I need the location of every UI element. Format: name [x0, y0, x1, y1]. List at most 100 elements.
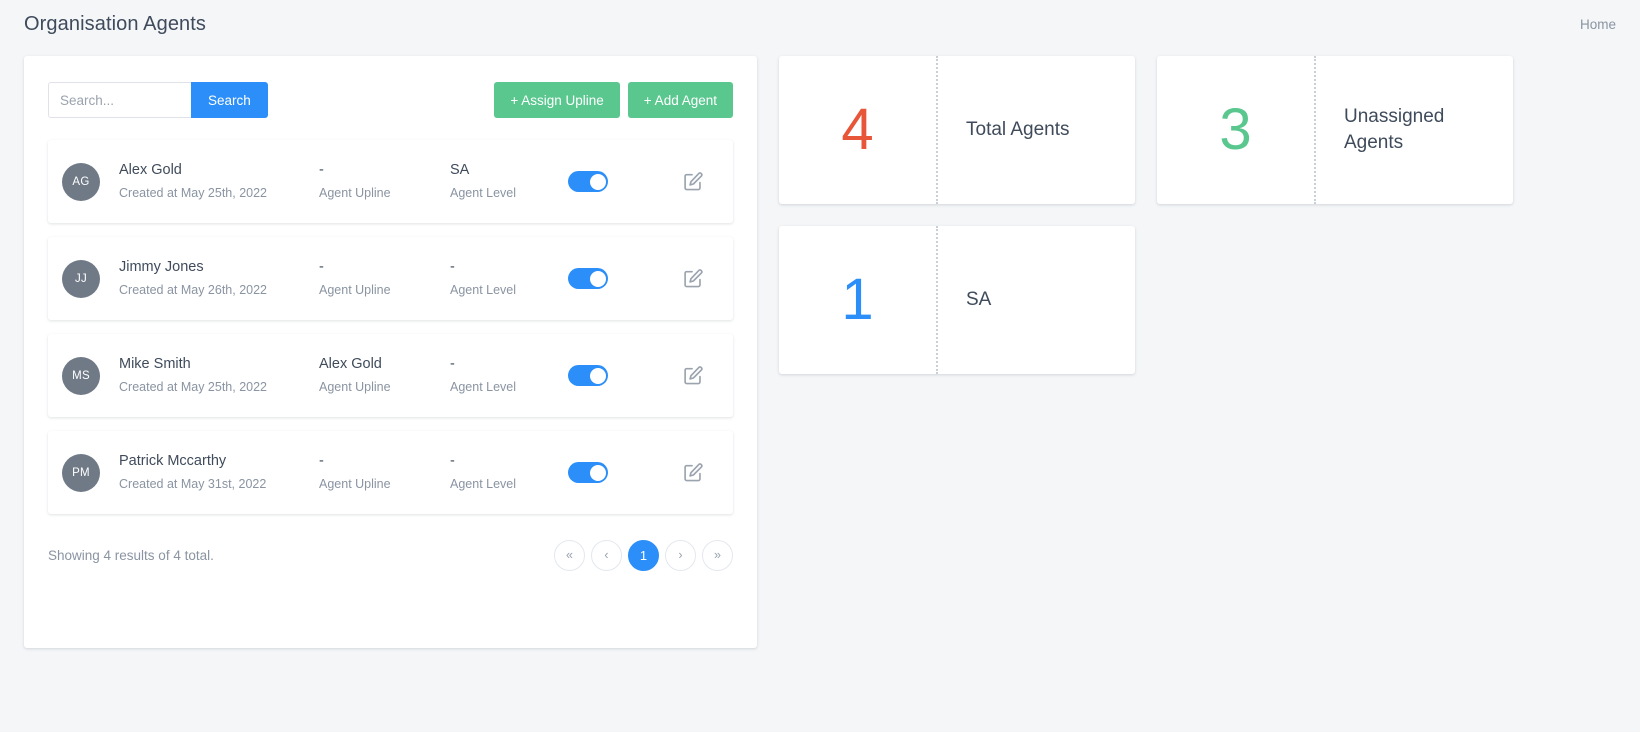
- agent-upline-label: Agent Upline: [319, 380, 391, 394]
- agent-name: Alex Gold: [119, 162, 182, 178]
- agent-status-toggle-cell: [568, 365, 668, 386]
- pagination-last[interactable]: »: [702, 540, 733, 571]
- pagination-next[interactable]: ›: [665, 540, 696, 571]
- agent-name-cell: Mike Smith Created at May 25th, 2022: [119, 354, 319, 397]
- agent-upline-cell: - Agent Upline: [319, 160, 450, 203]
- stat-card-sa: 1 SA: [779, 226, 1135, 374]
- add-agent-button[interactable]: + Add Agent: [627, 82, 733, 118]
- assign-upline-button[interactable]: + Assign Upline: [494, 82, 620, 118]
- stat-label: SA: [966, 289, 992, 310]
- agent-edit-cell: [668, 365, 717, 387]
- agent-upline-cell: - Agent Upline: [319, 451, 450, 494]
- agents-panel-column: Search + Assign Upline + Add Agent AG Al…: [24, 56, 757, 648]
- stat-card-grid: 4 Total Agents 3 Unassigned Agents 1 SA: [779, 56, 1616, 374]
- avatar: MS: [62, 356, 100, 395]
- agent-upline-value: -: [319, 453, 324, 469]
- stat-label-area: Total Agents: [938, 56, 1135, 204]
- table-row[interactable]: MS Mike Smith Created at May 25th, 2022 …: [48, 334, 733, 417]
- agent-list: AG Alex Gold Created at May 25th, 2022 -…: [48, 140, 733, 514]
- agent-name-cell: Alex Gold Created at May 25th, 2022: [119, 160, 319, 203]
- stat-label-area: Unassigned Agents: [1316, 56, 1513, 204]
- page-title: Organisation Agents: [24, 12, 207, 35]
- search-button[interactable]: Search: [191, 82, 268, 118]
- edit-icon[interactable]: [682, 268, 704, 290]
- edit-icon[interactable]: [682, 365, 704, 387]
- agent-upline-value: Alex Gold: [319, 356, 382, 372]
- pagination-first[interactable]: «: [554, 540, 585, 571]
- table-row[interactable]: JJ Jimmy Jones Created at May 26th, 2022…: [48, 237, 733, 320]
- agent-active-toggle[interactable]: [568, 268, 608, 289]
- stat-label: Unassigned Agents: [1344, 106, 1445, 153]
- stat-value: 3: [1219, 97, 1252, 162]
- stat-value: 1: [841, 267, 874, 332]
- agent-edit-cell: [668, 268, 717, 290]
- agent-edit-cell: [668, 171, 717, 193]
- toolbar-actions: + Assign Upline + Add Agent: [494, 82, 733, 118]
- agent-level-label: Agent Level: [450, 283, 517, 297]
- toggle-knob: [589, 270, 606, 287]
- edit-icon[interactable]: [682, 462, 704, 484]
- pagination-page-1[interactable]: 1: [628, 540, 659, 571]
- agent-edit-cell: [668, 462, 717, 484]
- stats-column: 4 Total Agents 3 Unassigned Agents 1 SA: [779, 56, 1616, 374]
- agent-upline-value: -: [319, 162, 324, 178]
- agent-created-date: Created at May 31st, 2022: [119, 477, 267, 491]
- agent-created-date: Created at May 26th, 2022: [119, 283, 268, 297]
- agent-level-label: Agent Level: [450, 477, 517, 491]
- agent-name-cell: Patrick Mccarthy Created at May 31st, 20…: [119, 451, 319, 494]
- agent-upline-label: Agent Upline: [319, 186, 391, 200]
- agent-level-cell: - Agent Level: [450, 257, 568, 300]
- agent-name: Mike Smith: [119, 356, 191, 372]
- pagination-prev[interactable]: ‹: [591, 540, 622, 571]
- agent-level-value: -: [450, 356, 455, 372]
- agent-upline-label: Agent Upline: [319, 283, 391, 297]
- pagination: « ‹ 1 › »: [554, 540, 733, 571]
- panel-footer: Showing 4 results of 4 total. « ‹ 1 › »: [48, 540, 733, 571]
- agent-level-value: -: [450, 259, 455, 275]
- agent-created-date: Created at May 25th, 2022: [119, 380, 268, 394]
- agent-upline-cell: Alex Gold Agent Upline: [319, 354, 450, 397]
- agent-status-toggle-cell: [568, 462, 668, 483]
- agent-upline-value: -: [319, 259, 324, 275]
- stat-label-area: SA: [938, 226, 1135, 374]
- search-input[interactable]: [48, 82, 191, 118]
- stat-value-area: 3: [1157, 56, 1316, 204]
- agent-name-cell: Jimmy Jones Created at May 26th, 2022: [119, 257, 319, 300]
- search-group: Search: [48, 82, 268, 118]
- table-row[interactable]: AG Alex Gold Created at May 25th, 2022 -…: [48, 140, 733, 223]
- toggle-knob: [589, 367, 606, 384]
- edit-icon[interactable]: [682, 171, 704, 193]
- agent-level-value: SA: [450, 162, 470, 178]
- agent-active-toggle[interactable]: [568, 365, 608, 386]
- agent-created-date: Created at May 25th, 2022: [119, 186, 268, 200]
- stat-value-area: 4: [779, 56, 938, 204]
- agent-level-value: -: [450, 453, 455, 469]
- agent-active-toggle[interactable]: [568, 462, 608, 483]
- stat-value: 4: [841, 97, 874, 162]
- agent-active-toggle[interactable]: [568, 171, 608, 192]
- top-bar: Organisation Agents Home: [0, 0, 1640, 48]
- agent-level-label: Agent Level: [450, 380, 517, 394]
- stat-value-area: 1: [779, 226, 938, 374]
- toggle-knob: [589, 173, 606, 190]
- stat-card-unassigned-agents: 3 Unassigned Agents: [1157, 56, 1513, 204]
- avatar: JJ: [62, 259, 100, 298]
- stat-label: Total Agents: [966, 119, 1070, 140]
- toggle-knob: [589, 464, 606, 481]
- avatar: PM: [62, 453, 100, 492]
- agent-level-cell: - Agent Level: [450, 354, 568, 397]
- avatar: AG: [62, 162, 100, 201]
- agent-name: Patrick Mccarthy: [119, 453, 227, 469]
- stat-card-total-agents: 4 Total Agents: [779, 56, 1135, 204]
- table-row[interactable]: PM Patrick Mccarthy Created at May 31st,…: [48, 431, 733, 514]
- agent-level-label: Agent Level: [450, 186, 517, 200]
- agents-panel: Search + Assign Upline + Add Agent AG Al…: [24, 56, 757, 648]
- page-layout: Search + Assign Upline + Add Agent AG Al…: [0, 48, 1640, 648]
- agent-name: Jimmy Jones: [119, 259, 204, 275]
- breadcrumb-home[interactable]: Home: [1580, 17, 1616, 32]
- agent-level-cell: SA Agent Level: [450, 160, 568, 203]
- agent-level-cell: - Agent Level: [450, 451, 568, 494]
- agent-upline-cell: - Agent Upline: [319, 257, 450, 300]
- agent-upline-label: Agent Upline: [319, 477, 391, 491]
- agent-status-toggle-cell: [568, 268, 668, 289]
